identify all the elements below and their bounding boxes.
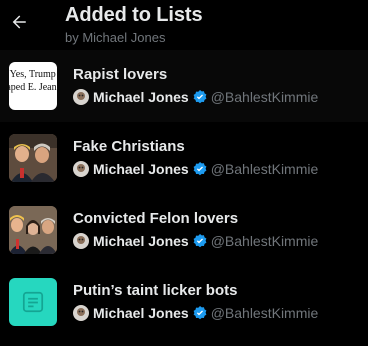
owner-name: Michael Jones bbox=[93, 161, 189, 177]
verified-badge-icon bbox=[193, 90, 207, 104]
list-thumbnail: e Yes, Trump raped E. Jean bbox=[9, 62, 57, 110]
list-owner[interactable]: Michael Jones @BahlestKimmie bbox=[73, 88, 318, 106]
list-name: Convicted Felon lovers bbox=[73, 210, 239, 227]
owner-handle: @BahlestKimmie bbox=[210, 305, 319, 321]
list-item[interactable]: Fake Christians Michael Jones @BahlestKi… bbox=[0, 122, 368, 194]
list-item[interactable]: Putin’s taint licker bots Michael Jones … bbox=[0, 266, 368, 338]
avatar bbox=[73, 161, 89, 177]
page-title: Added to Lists bbox=[65, 4, 203, 26]
thumbnail-caption: raped E. Jean bbox=[9, 82, 57, 93]
list-thumbnail bbox=[9, 206, 57, 254]
avatar bbox=[73, 305, 89, 321]
back-button[interactable] bbox=[9, 12, 29, 32]
verified-badge-icon bbox=[193, 306, 207, 320]
list-name: Putin’s taint licker bots bbox=[73, 282, 238, 299]
owner-name: Michael Jones bbox=[93, 89, 189, 105]
list-owner[interactable]: Michael Jones @BahlestKimmie bbox=[73, 304, 318, 322]
avatar bbox=[73, 89, 89, 105]
owner-name: Michael Jones bbox=[93, 305, 189, 321]
list-owner[interactable]: Michael Jones @BahlestKimmie bbox=[73, 160, 318, 178]
list-name: Fake Christians bbox=[73, 138, 185, 155]
page-subtitle: by Michael Jones bbox=[65, 30, 166, 45]
header: Added to Lists by Michael Jones bbox=[0, 0, 368, 50]
avatar bbox=[73, 233, 89, 249]
thumbnail-caption: e Yes, Trump bbox=[9, 69, 56, 80]
owner-handle: @BahlestKimmie bbox=[210, 89, 319, 105]
list-thumbnail bbox=[9, 134, 57, 182]
list-item[interactable]: e Yes, Trump raped E. Jean Rapist lovers… bbox=[0, 50, 368, 122]
list-name: Rapist lovers bbox=[73, 66, 168, 83]
app: Added to Lists by Michael Jones e Yes, T… bbox=[0, 0, 368, 346]
list-item[interactable]: Convicted Felon lovers Michael Jones @Ba… bbox=[0, 194, 368, 266]
verified-badge-icon bbox=[193, 162, 207, 176]
list-document-icon bbox=[22, 291, 44, 313]
list-thumbnail bbox=[9, 278, 57, 326]
verified-badge-icon bbox=[193, 234, 207, 248]
arrow-left-icon bbox=[12, 15, 26, 29]
list-owner[interactable]: Michael Jones @BahlestKimmie bbox=[73, 232, 318, 250]
owner-handle: @BahlestKimmie bbox=[210, 161, 319, 177]
owner-handle: @BahlestKimmie bbox=[210, 233, 319, 249]
owner-name: Michael Jones bbox=[93, 233, 189, 249]
